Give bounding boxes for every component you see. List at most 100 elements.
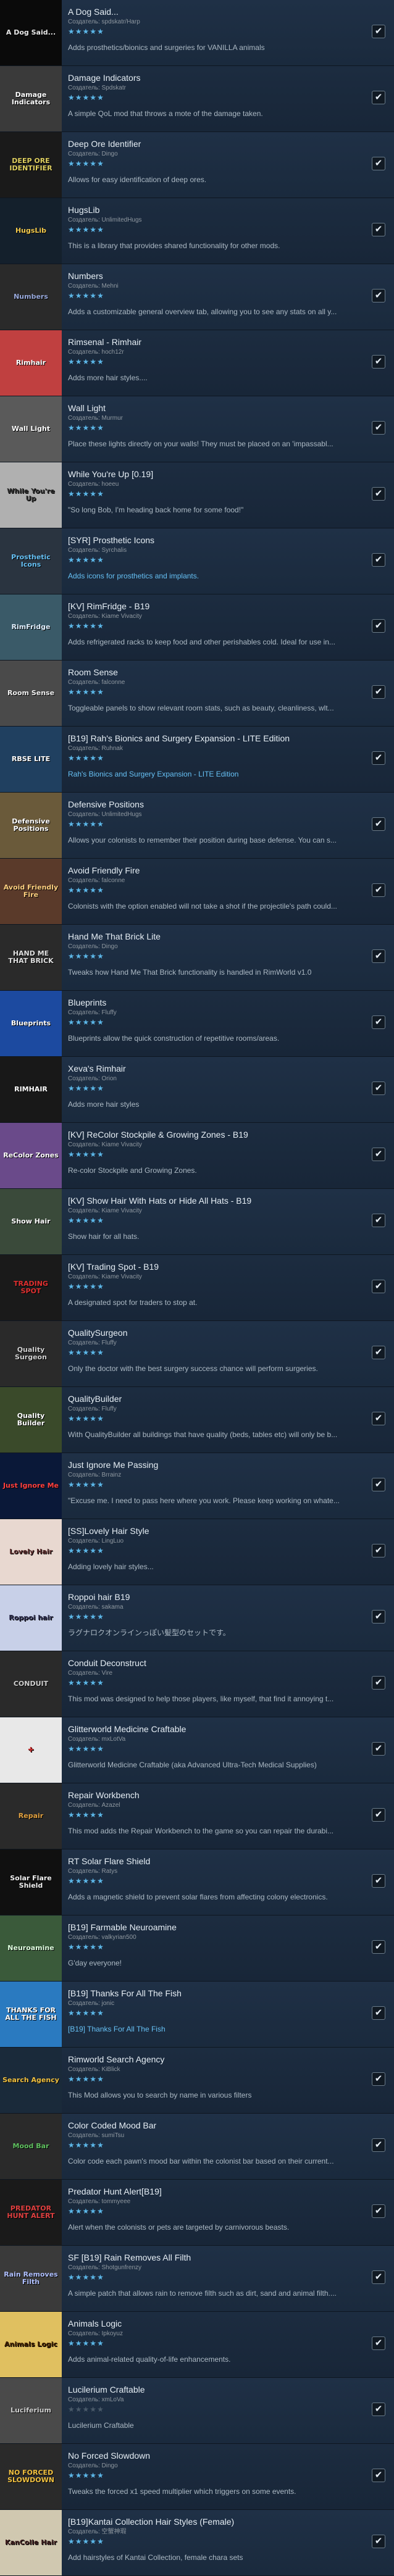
enabled-checkbox[interactable]: ✔	[372, 2204, 385, 2218]
mod-title[interactable]: Blueprints	[68, 998, 357, 1008]
mod-title[interactable]: No Forced Slowdown	[68, 2451, 357, 2461]
enabled-checkbox[interactable]: ✔	[372, 223, 385, 236]
enabled-checkbox[interactable]: ✔	[372, 1874, 385, 1888]
mod-title[interactable]: Deep Ore Identifier	[68, 139, 357, 149]
enabled-checkbox[interactable]: ✔	[372, 25, 385, 38]
mod-title[interactable]: Wall Light	[68, 403, 357, 414]
mod-row[interactable]: Neuroamine [B19] Farmable Neuroamine Соз…	[0, 1915, 394, 1982]
enabled-checkbox[interactable]: ✔	[372, 1015, 385, 1029]
mod-title[interactable]: A Dog Said...	[68, 7, 357, 17]
enabled-checkbox[interactable]: ✔	[372, 1280, 385, 1293]
mod-title[interactable]: Lucilerium Craftable	[68, 2385, 357, 2395]
mod-title[interactable]: QualityBuilder	[68, 1394, 357, 1404]
mod-row[interactable]: Show Hair [KV] Show Hair With Hats or Hi…	[0, 1189, 394, 1255]
mod-row[interactable]: HAND ME THAT BRICK Hand Me That Brick Li…	[0, 925, 394, 991]
mod-row[interactable]: RBSE LITE [B19] Rah's Bionics and Surger…	[0, 727, 394, 793]
mod-title[interactable]: SF [B19] Rain Removes All Filth	[68, 2253, 357, 2263]
mod-row[interactable]: TRADING SPOT [KV] Trading Spot - B19 Соз…	[0, 1255, 394, 1321]
mod-row[interactable]: Luciferium Lucilerium Craftable Создател…	[0, 2378, 394, 2444]
mod-row[interactable]: Mood Bar Color Coded Mood Bar Создатель:…	[0, 2114, 394, 2180]
enabled-checkbox[interactable]: ✔	[372, 2535, 385, 2548]
enabled-checkbox[interactable]: ✔	[372, 2270, 385, 2284]
mod-title[interactable]: Defensive Positions	[68, 799, 357, 810]
enabled-checkbox[interactable]: ✔	[372, 2469, 385, 2482]
mod-row[interactable]: Search Agency Rimworld Search Agency Соз…	[0, 2048, 394, 2114]
mod-row[interactable]: Rain Removes Filth SF [B19] Rain Removes…	[0, 2246, 394, 2312]
mod-title[interactable]: Damage Indicators	[68, 73, 357, 83]
mod-row[interactable]: Rimhair Rimsenal - Rimhair Создатель: ho…	[0, 330, 394, 396]
mod-title[interactable]: [SYR] Prosthetic Icons	[68, 535, 357, 546]
mod-row[interactable]: RIMHAIR Xeva's Rimhair Создатель: Orion …	[0, 1057, 394, 1123]
enabled-checkbox[interactable]: ✔	[372, 487, 385, 501]
enabled-checkbox[interactable]: ✔	[372, 1478, 385, 1491]
enabled-checkbox[interactable]: ✔	[372, 91, 385, 104]
mod-row[interactable]: While You're Up While You're Up [0.19] С…	[0, 462, 394, 528]
enabled-checkbox[interactable]: ✔	[372, 2006, 385, 2020]
enabled-checkbox[interactable]: ✔	[372, 421, 385, 435]
mod-row[interactable]: Lovely Hair [SS]Lovely Hair Style Создат…	[0, 1519, 394, 1585]
mod-title[interactable]: [B19] Rah's Bionics and Surgery Expansio…	[68, 733, 357, 744]
enabled-checkbox[interactable]: ✔	[372, 1610, 385, 1624]
mod-row[interactable]: DEEP ORE IDENTIFIER Deep Ore Identifier …	[0, 132, 394, 198]
mod-title[interactable]: Predator Hunt Alert[B19]	[68, 2186, 357, 2197]
mod-row[interactable]: Room Sense Room Sense Создатель: falconn…	[0, 661, 394, 727]
mod-row[interactable]: Solar Flare Shield RT Solar Flare Shield…	[0, 1849, 394, 1915]
mod-row[interactable]: RimFridge [KV] RimFridge - B19 Создатель…	[0, 594, 394, 661]
mod-title[interactable]: Numbers	[68, 271, 357, 281]
mod-title[interactable]: Rimsenal - Rimhair	[68, 337, 357, 348]
mod-row[interactable]: Defensive Positions Defensive Positions …	[0, 793, 394, 859]
mod-title[interactable]: Xeva's Rimhair	[68, 1064, 357, 1074]
enabled-checkbox[interactable]: ✔	[372, 1676, 385, 1690]
mod-title[interactable]: RT Solar Flare Shield	[68, 1856, 357, 1867]
mod-title[interactable]: Color Coded Mood Bar	[68, 2120, 357, 2131]
enabled-checkbox[interactable]: ✔	[372, 355, 385, 369]
enabled-checkbox[interactable]: ✔	[372, 1082, 385, 1095]
mod-title[interactable]: Rimworld Search Agency	[68, 2054, 357, 2065]
mod-row[interactable]: Quality Builder QualityBuilder Создатель…	[0, 1387, 394, 1453]
mod-row[interactable]: PREDATOR HUNT ALERT Predator Hunt Alert[…	[0, 2180, 394, 2246]
mod-row[interactable]: ReColor Zones [KV] ReColor Stockpile & G…	[0, 1123, 394, 1189]
mod-title[interactable]: While You're Up [0.19]	[68, 469, 357, 480]
enabled-checkbox[interactable]: ✔	[372, 553, 385, 567]
enabled-checkbox[interactable]: ✔	[372, 751, 385, 765]
mod-title[interactable]: [KV] ReColor Stockpile & Growing Zones -…	[68, 1130, 357, 1140]
mod-title[interactable]: Repair Workbench	[68, 1790, 357, 1801]
mod-title[interactable]: HugsLib	[68, 205, 357, 215]
mod-title[interactable]: Hand Me That Brick Lite	[68, 932, 357, 942]
mod-title[interactable]: Glitterworld Medicine Craftable	[68, 1724, 357, 1735]
enabled-checkbox[interactable]: ✔	[372, 685, 385, 699]
mod-row[interactable]: Damage Indicators Damage Indicators Созд…	[0, 66, 394, 132]
enabled-checkbox[interactable]: ✔	[372, 1808, 385, 1822]
enabled-checkbox[interactable]: ✔	[372, 1412, 385, 1425]
mod-title[interactable]: Conduit Deconstruct	[68, 1658, 357, 1669]
mod-row[interactable]: A Dog Said... A Dog Said... Создатель: s…	[0, 0, 394, 66]
enabled-checkbox[interactable]: ✔	[372, 619, 385, 633]
mod-row[interactable]: CONDUIT Conduit Deconstruct Создатель: V…	[0, 1651, 394, 1717]
mod-title[interactable]: [SS]Lovely Hair Style	[68, 1526, 357, 1536]
mod-row[interactable]: Quality Surgeon QualitySurgeon Создатель…	[0, 1321, 394, 1387]
mod-row[interactable]: Animals Logic Animals Logic Создатель: I…	[0, 2312, 394, 2378]
enabled-checkbox[interactable]: ✔	[372, 1544, 385, 1557]
enabled-checkbox[interactable]: ✔	[372, 1148, 385, 1161]
mod-title[interactable]: [KV] Trading Spot - B19	[68, 1262, 357, 1272]
enabled-checkbox[interactable]: ✔	[372, 2072, 385, 2086]
enabled-checkbox[interactable]: ✔	[372, 289, 385, 302]
mod-title[interactable]: [B19] Thanks For All The Fish	[68, 1988, 357, 1999]
mod-row[interactable]: Blueprints Blueprints Создатель: Fluffy …	[0, 991, 394, 1057]
mod-row[interactable]: Numbers Numbers Создатель: Mehni ★★★★★ A…	[0, 264, 394, 330]
enabled-checkbox[interactable]: ✔	[372, 1940, 385, 1954]
mod-title[interactable]: Room Sense	[68, 667, 357, 678]
enabled-checkbox[interactable]: ✔	[372, 2403, 385, 2416]
mod-row[interactable]: NO FORCED SLOWDOWN No Forced Slowdown Со…	[0, 2444, 394, 2510]
mod-title[interactable]: Just Ignore Me Passing	[68, 1460, 357, 1470]
mod-row[interactable]: Just Ignore Me Just Ignore Me Passing Со…	[0, 1453, 394, 1519]
enabled-checkbox[interactable]: ✔	[372, 2336, 385, 2350]
mod-title[interactable]: Avoid Friendly Fire	[68, 865, 357, 876]
mod-row[interactable]: Roppoi hair Roppoi hair B19 Создатель: s…	[0, 1585, 394, 1651]
mod-title[interactable]: [KV] RimFridge - B19	[68, 601, 357, 612]
mod-title[interactable]: QualitySurgeon	[68, 1328, 357, 1338]
mod-row[interactable]: Wall Light Wall Light Создатель: Murmur …	[0, 396, 394, 462]
enabled-checkbox[interactable]: ✔	[372, 817, 385, 831]
enabled-checkbox[interactable]: ✔	[372, 949, 385, 963]
mod-row[interactable]: HugsLib HugsLib Создатель: UnlimitedHugs…	[0, 198, 394, 264]
